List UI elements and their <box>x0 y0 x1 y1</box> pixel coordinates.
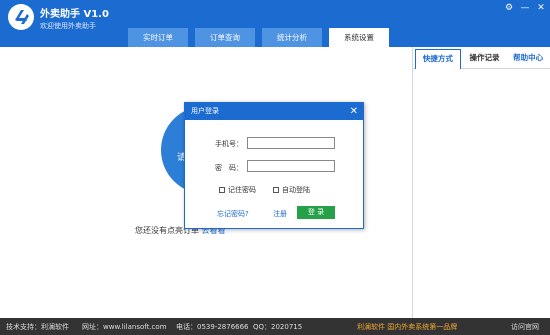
login-button[interactable]: 登 录 <box>297 206 335 219</box>
brand-text: 利澜软件 国内外卖系统第一品牌 <box>357 323 458 331</box>
app-subtitle: 欢迎使用外卖助手 <box>40 22 96 30</box>
dialog-title: 用户登录 <box>191 107 219 115</box>
tab-shortcuts[interactable]: 快捷方式 <box>415 49 461 69</box>
remember-label: 记住密码 <box>228 186 256 194</box>
tab-order-query[interactable]: 订单查询 <box>195 28 255 47</box>
forgot-password-link[interactable]: 忘记密码? <box>217 209 249 219</box>
qq-text: QQ：2020715 <box>253 323 303 331</box>
close-icon[interactable]: ✕ <box>536 3 546 13</box>
right-panel: 快捷方式 操作记录 帮助中心 <box>412 47 550 318</box>
app-logo-icon <box>8 4 34 30</box>
app-header: 外卖助手 V1.0 欢迎使用外卖助手 ⚙ — ✕ 实时订单 订单查询 统计分析 … <box>0 0 550 47</box>
password-label: 密 码： <box>215 164 243 172</box>
app-title: 外卖助手 V1.0 <box>40 9 109 20</box>
checkbox-icon <box>219 187 225 193</box>
right-panel-tabs: 快捷方式 操作记录 帮助中心 <box>413 47 550 69</box>
checkbox-icon <box>273 187 279 193</box>
tab-statistics[interactable]: 统计分析 <box>262 28 322 47</box>
tab-operation-log[interactable]: 操作记录 <box>463 47 507 68</box>
support-text: 技术支持：利澜软件 <box>6 323 69 331</box>
phone-label: 手机号： <box>215 140 243 148</box>
status-footer: 技术支持：利澜软件 网址：www.lilansoft.com 电话：0539-2… <box>0 318 550 335</box>
register-link[interactable]: 注册 <box>273 209 287 219</box>
remember-password-checkbox[interactable]: 记住密码 <box>219 185 256 195</box>
autologin-label: 自动登陆 <box>282 186 310 194</box>
visit-website-link[interactable]: 访问官网 <box>511 322 539 332</box>
auto-login-checkbox[interactable]: 自动登陆 <box>273 185 310 195</box>
main-tabs: 实时订单 订单查询 统计分析 系统设置 <box>128 28 389 47</box>
dialog-titlebar: 用户登录 ✕ <box>185 103 363 120</box>
password-input[interactable] <box>247 160 335 172</box>
minimize-icon[interactable]: — <box>520 3 530 13</box>
settings-icon[interactable]: ⚙ <box>504 3 514 13</box>
tab-realtime-orders[interactable]: 实时订单 <box>128 28 188 47</box>
dialog-close-icon[interactable]: ✕ <box>350 103 358 120</box>
window-controls: ⚙ — ✕ <box>504 3 546 13</box>
login-dialog: 用户登录 ✕ 手机号： 密 码： 记住密码 自动登陆 忘记密码? 注册 登 录 <box>184 102 364 229</box>
phone-input[interactable] <box>247 137 335 149</box>
tab-help-center[interactable]: 帮助中心 <box>506 47 550 68</box>
tab-system-settings[interactable]: 系统设置 <box>329 28 389 47</box>
website-text: 网址：www.lilansoft.com <box>82 323 167 331</box>
phone-text: 电话：0539-2876666 <box>176 323 249 331</box>
